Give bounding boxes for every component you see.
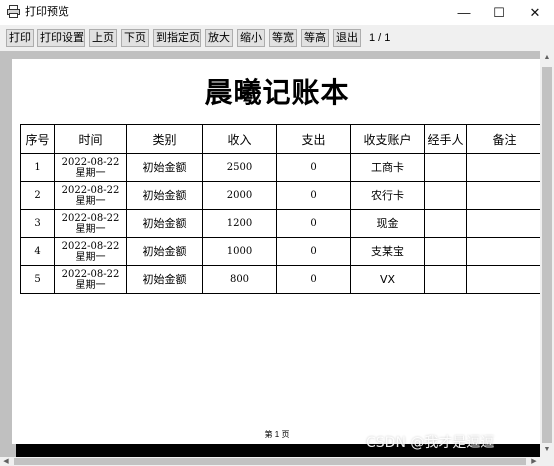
table-header-row: 序号 时间 类别 收入 支出 收支账户 经手人 备注 [20,124,540,154]
cell-weekday: 星期一 [75,251,106,263]
table-row: 3 2022-08-22 星期一 初始金额 1200 0 现金 [20,209,540,238]
exit-button[interactable]: 退出 [333,29,361,47]
table-row: 4 2022-08-22 星期一 初始金额 1000 0 支某宝 [20,237,540,266]
cell-handler [424,153,467,182]
cell-index: 1 [20,153,55,182]
cell-account: VX [350,265,425,294]
cell-expense: 0 [276,209,351,238]
cell-time: 2022-08-22 星期一 [54,265,127,294]
cell-category: 初始金额 [126,181,203,210]
print-setup-button[interactable]: 打印设置 [37,29,85,47]
horizontal-scrollbar[interactable]: ◀ ▶ [0,457,540,466]
column-header-expense: 支出 [276,124,351,154]
cell-handler [424,181,467,210]
horizontal-scroll-thumb[interactable] [14,458,526,465]
cell-expense: 0 [276,181,351,210]
fit-height-button[interactable]: 等高 [301,29,329,47]
column-header-category: 类别 [126,124,203,154]
cell-note [466,237,540,266]
column-header-account: 收支账户 [350,124,425,154]
cell-date: 2022-08-22 [61,156,120,168]
column-header-handler: 经手人 [424,124,467,154]
window-title: 打印预览 [25,6,69,18]
zoom-out-button[interactable]: 缩小 [237,29,265,47]
cell-category: 初始金额 [126,153,203,182]
cell-time: 2022-08-22 星期一 [54,153,127,182]
cell-index: 4 [20,237,55,266]
cell-income: 2000 [202,181,277,210]
cell-date: 2022-08-22 [61,268,120,280]
cell-income: 2500 [202,153,277,182]
cell-index: 5 [20,265,55,294]
cell-income: 1000 [202,237,277,266]
column-header-note: 备注 [466,124,540,154]
print-button[interactable]: 打印 [6,29,34,47]
cell-expense: 0 [276,265,351,294]
goto-page-button[interactable]: 到指定页 [153,29,201,47]
table-row: 1 2022-08-22 星期一 初始金额 2500 0 工商卡 [20,153,540,182]
cell-account: 支某宝 [350,237,425,266]
scroll-up-arrow-icon[interactable]: ▲ [540,51,554,65]
cell-weekday: 星期一 [75,167,106,179]
cell-date: 2022-08-22 [61,240,120,252]
cell-category: 初始金额 [126,237,203,266]
cell-category: 初始金额 [126,209,203,238]
column-header-time: 时间 [54,124,127,154]
preview-toolbar: 打印 打印设置 上页 下页 到指定页 放大 缩小 等宽 等高 退出 1 / 1 [0,25,554,51]
column-header-index: 序号 [20,124,55,154]
zoom-in-button[interactable]: 放大 [205,29,233,47]
preview-viewport[interactable]: 晨曦记账本 序号 时间 类别 收入 支出 收支账户 经手人 备注 1 2022-… [0,51,540,457]
cell-handler [424,265,467,294]
cell-account: 农行卡 [350,181,425,210]
cell-note [466,181,540,210]
document-title: 晨曦记账本 [204,76,350,109]
fit-width-button[interactable]: 等宽 [269,29,297,47]
cell-time: 2022-08-22 星期一 [54,237,127,266]
ledger-table: 序号 时间 类别 收入 支出 收支账户 经手人 备注 1 2022-08-22 星… [20,124,540,294]
cell-expense: 0 [276,237,351,266]
cell-time: 2022-08-22 星期一 [54,181,127,210]
preview-page: 晨曦记账本 序号 时间 类别 收入 支出 收支账户 经手人 备注 1 2022-… [12,59,540,444]
cell-income: 800 [202,265,277,294]
cell-weekday: 星期一 [75,223,106,235]
cell-note [466,209,540,238]
prev-page-button[interactable]: 上页 [89,29,117,47]
cell-account: 工商卡 [350,153,425,182]
close-icon: ✕ [529,4,541,20]
cell-weekday: 星期一 [75,279,106,291]
column-header-income: 收入 [202,124,277,154]
vertical-scroll-thumb[interactable] [542,67,552,443]
scroll-down-arrow-icon[interactable]: ▼ [540,443,554,457]
cell-index: 2 [20,181,55,210]
cell-index: 3 [20,209,55,238]
window-titlebar: 打印预览 — ☐ ✕ [0,0,554,25]
scrollbar-corner [540,457,554,466]
table-row: 2 2022-08-22 星期一 初始金额 2000 0 农行卡 [20,181,540,210]
cell-date: 2022-08-22 [61,184,120,196]
cell-time: 2022-08-22 星期一 [54,209,127,238]
scroll-right-arrow-icon[interactable]: ▶ [528,457,540,466]
csdn-watermark: CSDN @我才是逗逗 [366,435,495,451]
page-indicator: 1 / 1 [369,32,391,44]
cell-income: 1200 [202,209,277,238]
cell-note [466,153,540,182]
cell-date: 2022-08-22 [61,212,120,224]
print-preview-icon [7,5,20,18]
cell-expense: 0 [276,153,351,182]
maximize-button[interactable]: ☐ [481,0,517,25]
close-button[interactable]: ✕ [517,0,553,25]
maximize-icon: ☐ [493,4,505,20]
cell-handler [424,209,467,238]
table-row: 5 2022-08-22 星期一 初始金额 800 0 VX [20,265,540,294]
cell-account: 现金 [350,209,425,238]
vertical-scrollbar[interactable]: ▲ ▼ [540,51,554,457]
next-page-button[interactable]: 下页 [121,29,149,47]
scroll-left-arrow-icon[interactable]: ◀ [0,457,12,466]
cell-handler [424,237,467,266]
minimize-button[interactable]: — [446,0,482,25]
cell-weekday: 星期一 [75,195,106,207]
cell-category: 初始金额 [126,265,203,294]
minimize-icon: — [457,5,471,20]
cell-note [466,265,540,294]
